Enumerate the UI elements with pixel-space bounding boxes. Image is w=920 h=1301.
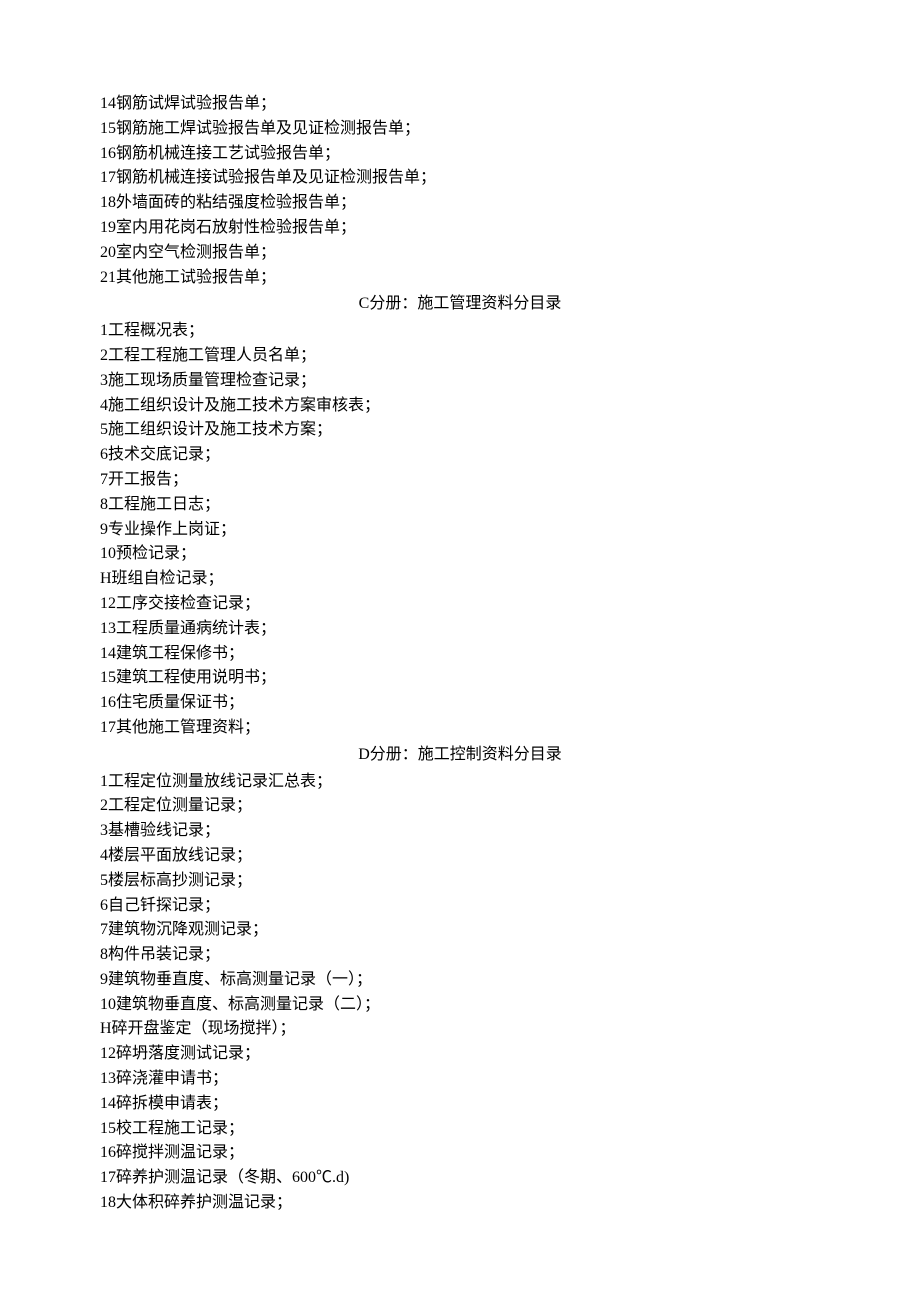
list-item: 6自己钎探记录； bbox=[100, 894, 820, 919]
section-d-title: D分册：施工控制资料分目录 bbox=[100, 743, 820, 768]
block1-list: 14钢筋试焊试验报告单； 15钢筋施工焊试验报告单及见证检测报告单； 16钢筋机… bbox=[100, 92, 820, 290]
list-item: 15建筑工程使用说明书； bbox=[100, 666, 820, 691]
list-item: 3施工现场质量管理检查记录； bbox=[100, 369, 820, 394]
list-item: 7开工报告； bbox=[100, 468, 820, 493]
list-item: 7建筑物沉降观测记录； bbox=[100, 918, 820, 943]
list-item: 8工程施工日志； bbox=[100, 493, 820, 518]
list-item: 14建筑工程保修书； bbox=[100, 642, 820, 667]
list-item: 21其他施工试验报告单； bbox=[100, 266, 820, 291]
list-item: 4楼层平面放线记录； bbox=[100, 844, 820, 869]
list-item: 2工程工程施工管理人员名单； bbox=[100, 344, 820, 369]
list-item: 16碎搅拌测温记录； bbox=[100, 1141, 820, 1166]
list-item: 17钢筋机械连接试验报告单及见证检测报告单； bbox=[100, 166, 820, 191]
list-item: 1工程概况表； bbox=[100, 319, 820, 344]
section-c-title: C分册：施工管理资料分目录 bbox=[100, 292, 820, 317]
list-item: 17其他施工管理资料； bbox=[100, 716, 820, 741]
list-item: 15校工程施工记录； bbox=[100, 1117, 820, 1142]
list-item: H班组自检记录； bbox=[100, 567, 820, 592]
list-item: 10预检记录； bbox=[100, 542, 820, 567]
list-item: 6技术交底记录； bbox=[100, 443, 820, 468]
list-item: 1工程定位测量放线记录汇总表； bbox=[100, 770, 820, 795]
list-item: 2工程定位测量记录； bbox=[100, 794, 820, 819]
list-item: 19室内用花岗石放射性检验报告单； bbox=[100, 216, 820, 241]
list-item: 20室内空气检测报告单； bbox=[100, 241, 820, 266]
list-item: 9专业操作上岗证； bbox=[100, 518, 820, 543]
list-item: 8构件吊装记录； bbox=[100, 943, 820, 968]
list-item: 14碎拆模申请表； bbox=[100, 1092, 820, 1117]
list-item: 4施工组织设计及施工技术方案审核表； bbox=[100, 394, 820, 419]
list-item: 13工程质量通病统计表； bbox=[100, 617, 820, 642]
list-item: 13碎浇灌申请书； bbox=[100, 1067, 820, 1092]
list-item: 10建筑物垂直度、标高测量记录（二）； bbox=[100, 993, 820, 1018]
list-item: 5施工组织设计及施工技术方案； bbox=[100, 418, 820, 443]
list-item: 18外墙面砖的粘结强度检验报告单； bbox=[100, 191, 820, 216]
list-item: 5楼层标高抄测记录； bbox=[100, 869, 820, 894]
list-item: H碎开盘鉴定（现场搅拌）； bbox=[100, 1017, 820, 1042]
list-item: 18大体积碎养护测温记录； bbox=[100, 1191, 820, 1216]
list-item: 14钢筋试焊试验报告单； bbox=[100, 92, 820, 117]
section-d-list: 1工程定位测量放线记录汇总表； 2工程定位测量记录； 3基槽验线记录； 4楼层平… bbox=[100, 770, 820, 1216]
list-item: 16住宅质量保证书； bbox=[100, 691, 820, 716]
list-item: 3基槽验线记录； bbox=[100, 819, 820, 844]
list-item: 12碎坍落度测试记录； bbox=[100, 1042, 820, 1067]
list-item: 15钢筋施工焊试验报告单及见证检测报告单； bbox=[100, 117, 820, 142]
list-item: 17碎养护测温记录（冬期、600℃.d) bbox=[100, 1166, 820, 1191]
list-item: 16钢筋机械连接工艺试验报告单； bbox=[100, 142, 820, 167]
list-item: 12工序交接检查记录； bbox=[100, 592, 820, 617]
document-content: 14钢筋试焊试验报告单； 15钢筋施工焊试验报告单及见证检测报告单； 16钢筋机… bbox=[100, 92, 820, 1216]
section-c-list: 1工程概况表； 2工程工程施工管理人员名单； 3施工现场质量管理检查记录； 4施… bbox=[100, 319, 820, 741]
list-item: 9建筑物垂直度、标高测量记录（一）； bbox=[100, 968, 820, 993]
